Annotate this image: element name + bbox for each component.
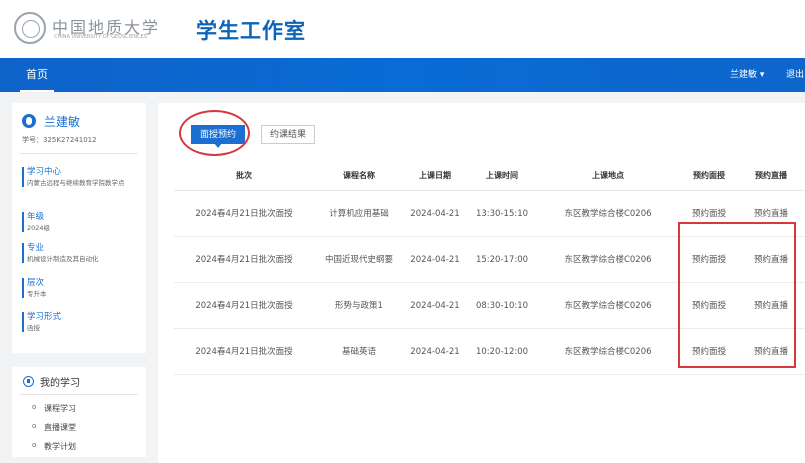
student-profile-card: 兰建敏 学号：325K27241012 学习中心 内蒙古远程与继续教育学院教学点… xyxy=(12,103,146,353)
page-header: 中国地质大学 CHINA UNIVERSITY OF GEOSCIENCES 学… xyxy=(0,0,805,58)
field-value: 函授 xyxy=(27,324,40,332)
cell-time: 13:30-15:10 xyxy=(475,209,529,219)
nav-home-link[interactable]: 首页 xyxy=(20,58,54,92)
profile-divider xyxy=(20,153,138,154)
highlight-rect-annotation xyxy=(678,222,796,368)
my-study-title[interactable]: 我的学习 xyxy=(40,374,80,389)
cell-time: 15:20-17:00 xyxy=(475,255,529,265)
my-study-panel: 我的学习 课程学习 直播课堂 教学计划 xyxy=(12,367,146,457)
cell-date: 2024-04-21 xyxy=(410,301,460,311)
cell-batch: 2024春4月21日批次面授 xyxy=(195,347,293,357)
study-divider xyxy=(20,394,138,395)
field-label: 专业 xyxy=(27,243,45,253)
field-value: 内蒙古远程与继续教育学院教学点 xyxy=(27,179,125,187)
col-header-date: 上课日期 xyxy=(419,171,451,180)
cell-place: 东区教学综合楼C0206 xyxy=(564,255,652,265)
cell-date: 2024-04-21 xyxy=(410,347,460,357)
cell-course: 中国近现代史纲要 xyxy=(324,255,393,265)
field-study-center: 学习中心 内蒙古远程与继续教育学院教学点 xyxy=(22,167,140,187)
logout-link[interactable]: 退出 xyxy=(786,58,804,92)
university-logo[interactable]: 中国地质大学 CHINA UNIVERSITY OF GEOSCIENCES xyxy=(14,12,164,46)
my-study-icon xyxy=(23,376,34,387)
tab-appointment-results[interactable]: 约课结果 xyxy=(261,125,316,144)
col-header-time: 上课时间 xyxy=(486,171,518,180)
cell-course: 形势与政策1 xyxy=(335,301,383,311)
field-value: 2024级 xyxy=(27,224,51,232)
table-header-row: 批次 课程名称 上课日期 上课时间 上课地点 预约面授 预约直播 xyxy=(174,161,805,191)
student-name: 兰建敏 xyxy=(44,115,81,129)
field-label: 年级 xyxy=(27,212,45,222)
col-header-face: 预约面授 xyxy=(693,171,725,180)
study-item-course-learning[interactable]: 课程学习 xyxy=(32,403,76,414)
field-label: 层次 xyxy=(27,278,45,288)
field-value: 专升本 xyxy=(27,290,47,298)
field-level: 层次 专升本 xyxy=(22,278,140,298)
student-id: 学号：325K27241012 xyxy=(22,136,97,144)
user-avatar-icon xyxy=(22,114,36,128)
logo-english-name: CHINA UNIVERSITY OF GEOSCIENCES xyxy=(54,34,147,40)
cell-batch: 2024春4月21日批次面授 xyxy=(195,209,293,219)
cell-time: 08:30-10:10 xyxy=(475,301,529,311)
col-header-batch: 批次 xyxy=(236,171,252,180)
col-header-live: 预约直播 xyxy=(755,171,787,180)
highlight-oval-annotation xyxy=(179,110,250,156)
cell-date: 2024-04-21 xyxy=(410,209,460,219)
field-label: 学习中心 xyxy=(27,167,62,177)
field-study-mode: 学习形式 函授 xyxy=(22,312,140,332)
field-major: 专业 机械设计制造及其自动化 xyxy=(22,243,140,263)
cell-course: 基础英语 xyxy=(341,347,376,357)
user-menu-dropdown[interactable]: 兰建敏 ▾ xyxy=(730,58,764,92)
field-grade: 年级 2024级 xyxy=(22,212,140,232)
cell-batch: 2024春4月21日批次面授 xyxy=(195,255,293,265)
cell-date: 2024-04-21 xyxy=(410,255,460,265)
study-item-teaching-plan[interactable]: 教学计划 xyxy=(32,441,76,452)
cell-time: 10:20-12:00 xyxy=(475,347,529,357)
field-label: 学习形式 xyxy=(27,312,62,322)
site-title: 学生工作室 xyxy=(196,19,306,43)
cell-course: 计算机应用基础 xyxy=(329,209,389,219)
study-item-live-class[interactable]: 直播课堂 xyxy=(32,422,76,433)
field-value: 机械设计制造及其自动化 xyxy=(27,255,99,263)
university-seal-icon xyxy=(14,12,46,44)
col-header-place: 上课地点 xyxy=(592,171,624,180)
cell-place: 东区教学综合楼C0206 xyxy=(564,301,652,311)
top-navbar: 首页 兰建敏 ▾ 退出 xyxy=(0,58,805,92)
cell-place: 东区教学综合楼C0206 xyxy=(564,209,652,219)
cell-batch: 2024春4月21日批次面授 xyxy=(195,301,293,311)
col-header-course: 课程名称 xyxy=(343,171,375,180)
cell-place: 东区教学综合楼C0206 xyxy=(564,347,652,357)
